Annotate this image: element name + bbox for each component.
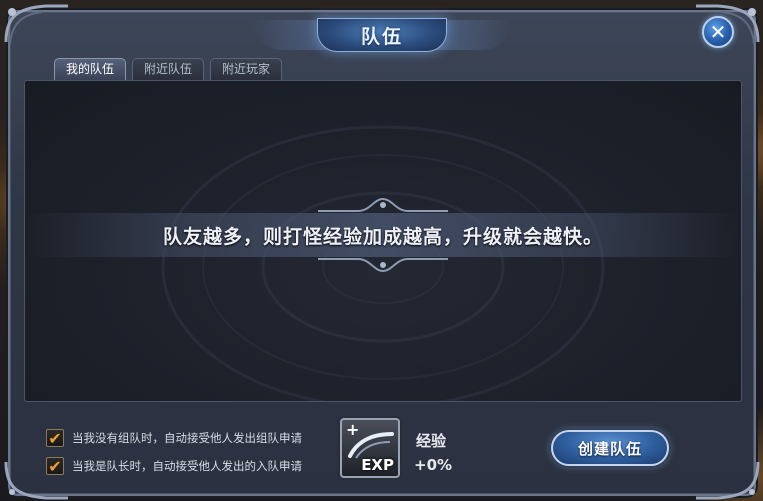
exp-title: 经验 bbox=[416, 432, 447, 450]
option-label: 当我是队长时，自动接受他人发出的入队申请 bbox=[72, 459, 302, 473]
auto-accept-join-checkbox[interactable]: ✔ bbox=[46, 456, 64, 476]
checkbox-check-icon: ✔ bbox=[48, 456, 62, 476]
team-bonus-message: 队友越多，则打怪经验加成越高，升级就会越快。 bbox=[162, 225, 603, 248]
auto-accept-options: ✔ 当我没有组队时，自动接受他人发出组队申请 ✔ 当我是队长时，自动接受他人发出… bbox=[46, 424, 302, 480]
option-auto-accept-invite: ✔ 当我没有组队时，自动接受他人发出组队申请 bbox=[46, 424, 302, 452]
team-content-panel: 队友越多，则打怪经验加成越高，升级就会越快。 bbox=[24, 80, 742, 402]
close-button[interactable]: ✕ bbox=[702, 16, 734, 48]
window-title: 队伍 bbox=[360, 25, 403, 48]
exp-icon-label: EXP bbox=[361, 456, 394, 474]
exp-bonus-value: +0% bbox=[414, 456, 453, 474]
message-banner: 队友越多，则打怪经验加成越高，升级就会越快。 bbox=[25, 197, 741, 273]
tab-bar: 我的队伍 附近队伍 附近玩家 bbox=[54, 58, 283, 80]
auto-accept-invite-checkbox[interactable]: ✔ bbox=[46, 428, 64, 448]
banner-ornament-icon bbox=[318, 258, 448, 273]
banner-ornament-icon bbox=[318, 197, 448, 212]
tab-nearby-teams[interactable]: 附近队伍 bbox=[132, 58, 205, 80]
tab-nearby-players[interactable]: 附近玩家 bbox=[210, 58, 283, 80]
close-icon: ✕ bbox=[709, 20, 727, 44]
checkbox-check-icon: ✔ bbox=[48, 428, 62, 448]
option-label: 当我没有组队时，自动接受他人发出组队申请 bbox=[72, 431, 302, 445]
option-auto-accept-join: ✔ 当我是队长时，自动接受他人发出的入队申请 bbox=[46, 452, 302, 480]
team-window: 队伍 ✕ 我的队伍 附近队伍 附近玩家 队友越多，则打怪经验加成越高，升级就会越… bbox=[4, 4, 760, 500]
exp-icon: + EXP bbox=[340, 418, 400, 478]
title-plate: 队伍 bbox=[317, 18, 447, 52]
tab-my-team[interactable]: 我的队伍 bbox=[54, 58, 127, 80]
create-team-button[interactable]: 创建队伍 bbox=[551, 430, 669, 466]
corner-ornament-icon bbox=[692, 456, 762, 501]
